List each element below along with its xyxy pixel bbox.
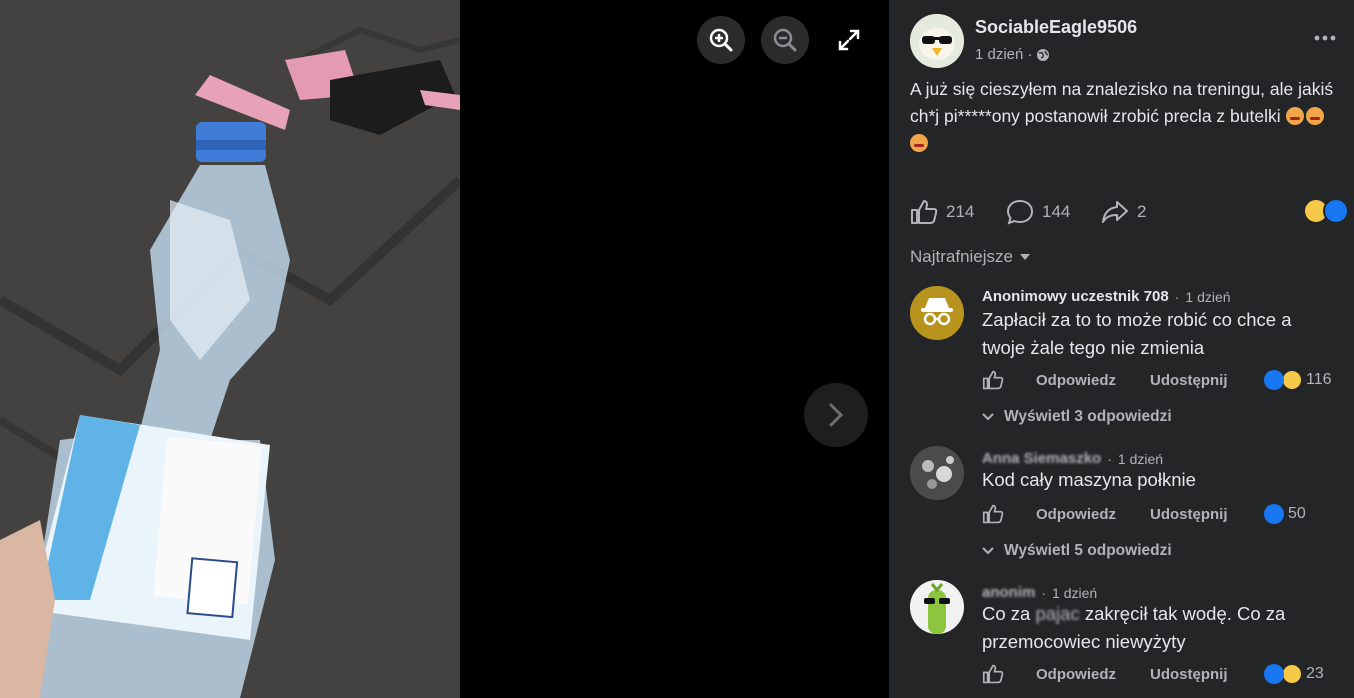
comment-author[interactable]: Anonimowy uczestnik 708	[982, 288, 1169, 305]
post-text: A już się cieszyłem na znalezisko na tre…	[910, 76, 1345, 157]
comment-count: 144	[1042, 202, 1071, 221]
zoom-out-icon	[773, 28, 797, 52]
post-header: SociableEagle9506 1 dzień ·	[889, 0, 1354, 72]
reaction-count: 50	[1288, 505, 1306, 522]
share-count: 2	[1137, 202, 1147, 221]
post-text-content: A już się cieszyłem na znalezisko na tre…	[910, 79, 1334, 126]
zoom-out-button[interactable]	[761, 16, 809, 64]
comment-like-button[interactable]	[982, 370, 1004, 394]
comment-author[interactable]: Anna Siemaszko	[982, 450, 1101, 467]
comment-reactions[interactable]: 50	[1264, 504, 1306, 524]
comment-share-button[interactable]: Udostępnij	[1150, 506, 1228, 523]
comment-actions: Odpowiedz Udostępnij 116	[982, 370, 1342, 394]
comment-text: Zapłacił za to to może robić co chce a t…	[982, 309, 1292, 358]
comment-time[interactable]: 1 dzień	[1052, 585, 1097, 601]
reply-button[interactable]: Odpowiedz	[1036, 372, 1116, 389]
comment-like-button[interactable]	[982, 664, 1004, 688]
fullscreen-button[interactable]	[825, 16, 873, 64]
comment-icon	[1006, 199, 1034, 225]
comment-header: Anna Siemaszko · 1 dzień	[982, 450, 1164, 467]
author-avatar[interactable]	[910, 14, 964, 68]
view-replies-button[interactable]: Wyświetl 5 odpowiedzi	[982, 542, 1172, 560]
reaction-count: 23	[1306, 665, 1324, 682]
next-photo-button[interactable]	[804, 383, 868, 447]
zoom-in-icon	[709, 28, 733, 52]
thumbs-up-icon	[982, 370, 1004, 390]
post-side-panel: SociableEagle9506 1 dzień · A już się ci…	[889, 0, 1354, 698]
chevron-right-icon	[829, 403, 844, 427]
like-reaction-icon	[1323, 198, 1349, 224]
comment-item: anonim · 1 dzień Co za pajac zakręcił ta…	[889, 580, 1354, 698]
post-time[interactable]: 1 dzień	[975, 46, 1023, 63]
angry-emoji-icon	[1285, 107, 1304, 125]
thumbs-up-icon	[911, 200, 938, 224]
like-reaction-icon	[1264, 504, 1284, 524]
chevron-down-icon	[982, 413, 994, 421]
sort-label: Najtrafniejsze	[910, 247, 1013, 266]
photo-viewer	[0, 0, 889, 698]
more-options-button[interactable]	[1309, 26, 1341, 50]
comment-share-button[interactable]: Udostępnij	[1150, 666, 1228, 683]
like-reaction-icon	[1264, 664, 1284, 684]
haha-reaction-icon	[1282, 370, 1302, 390]
comment-reactions[interactable]: 23	[1264, 664, 1324, 684]
commenter-avatar[interactable]	[910, 286, 964, 340]
chevron-down-icon	[982, 547, 994, 555]
caret-down-icon	[1020, 254, 1030, 260]
post-reactions[interactable]	[1303, 198, 1349, 224]
comment-time[interactable]: 1 dzień	[1185, 289, 1230, 305]
view-replies-label: Wyświetl 3 odpowiedzi	[1004, 408, 1172, 425]
expand-icon	[838, 29, 860, 51]
post-author[interactable]: SociableEagle9506	[975, 17, 1137, 38]
more-icon	[1314, 35, 1336, 41]
comment-actions: Odpowiedz Udostępnij 50	[982, 504, 1342, 528]
haha-reaction-icon	[1282, 664, 1302, 684]
comment-share-button[interactable]: Udostępnij	[1150, 372, 1228, 389]
globe-icon	[1037, 48, 1050, 61]
post-actions: 214 144 2	[910, 196, 1350, 228]
comment-header: anonim · 1 dzień	[982, 584, 1098, 601]
comment-time[interactable]: 1 dzień	[1118, 451, 1163, 467]
reply-button[interactable]: Odpowiedz	[1036, 506, 1116, 523]
comment-text-censored: pajac	[1035, 603, 1080, 624]
thumbs-up-icon	[982, 504, 1004, 524]
comment-actions: Odpowiedz Udostępnij 23	[982, 664, 1342, 688]
comment-reactions[interactable]: 116	[1264, 370, 1332, 390]
like-button[interactable]: 214	[910, 196, 974, 228]
post-photo	[0, 0, 460, 698]
comment-like-button[interactable]	[982, 504, 1004, 528]
commenter-avatar[interactable]	[910, 580, 964, 634]
comment-header: Anonimowy uczestnik 708 · 1 dzień	[982, 288, 1231, 305]
commenter-avatar[interactable]	[910, 446, 964, 500]
view-replies-button[interactable]: Wyświetl 3 odpowiedzi	[982, 408, 1172, 426]
anonymous-icon	[921, 298, 953, 326]
comment-sort-dropdown[interactable]: Najtrafniejsze	[910, 247, 1031, 267]
angry-emoji-icon	[1305, 107, 1324, 125]
zoom-in-button[interactable]	[697, 16, 745, 64]
view-replies-label: Wyświetl 5 odpowiedzi	[1004, 542, 1172, 559]
like-reaction-icon	[1264, 370, 1284, 390]
reaction-count: 116	[1306, 371, 1332, 388]
post-meta: 1 dzień ·	[975, 46, 1050, 63]
reply-button[interactable]: Odpowiedz	[1036, 666, 1116, 683]
comment-text: Kod cały maszyna połknie	[982, 469, 1196, 490]
comment-author[interactable]: anonim	[982, 584, 1035, 601]
comment-item: Anonimowy uczestnik 708 · 1 dzień Zapłac…	[889, 284, 1354, 434]
share-icon	[1102, 201, 1128, 223]
share-button[interactable]: 2	[1101, 196, 1146, 228]
comment-text: Co za pajac zakręcił tak wodę. Co za prz…	[982, 600, 1332, 656]
like-count: 214	[946, 202, 975, 221]
comment-item: Anna Siemaszko · 1 dzień Kod cały maszyn…	[889, 446, 1354, 566]
comment-button[interactable]: 144	[1006, 196, 1070, 228]
thumbs-up-icon	[982, 664, 1004, 684]
angry-emoji-icon	[910, 134, 928, 152]
comment-text-part: Co za	[982, 603, 1031, 624]
